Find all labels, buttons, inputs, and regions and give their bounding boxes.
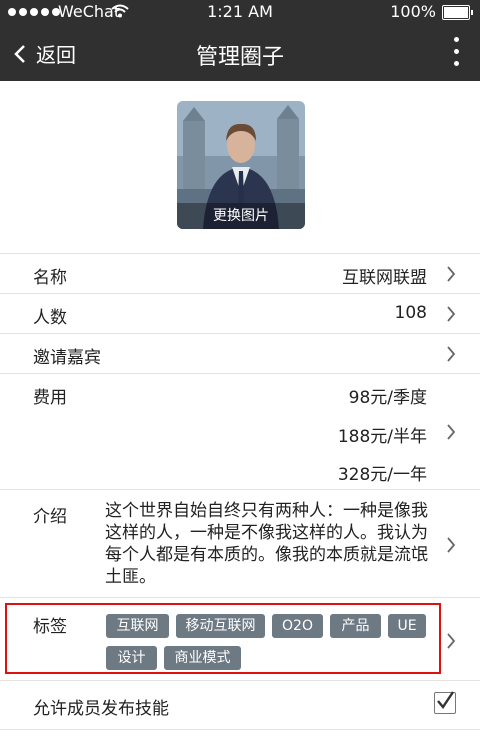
invite-guests-row[interactable]: 邀请嘉宾 bbox=[0, 333, 480, 374]
tag-chip[interactable]: UE bbox=[388, 614, 426, 638]
checkmark-icon bbox=[437, 691, 454, 710]
chevron-right-icon bbox=[447, 306, 456, 322]
fees-label: 费用 bbox=[33, 388, 67, 408]
fee-half-year: 188元/半年 bbox=[337, 427, 427, 447]
status-bar: WeChat 1:21 AM 100% bbox=[0, 0, 480, 25]
tag-chip[interactable]: 商业模式 bbox=[164, 646, 241, 670]
chevron-right-icon bbox=[447, 266, 456, 282]
fee-quarterly: 98元/季度 bbox=[348, 388, 427, 408]
allow-skills-label: 允许成员发布技能 bbox=[33, 699, 169, 719]
change-avatar-button[interactable]: 更换图片 bbox=[177, 101, 305, 229]
page-title: 管理圈子 bbox=[195, 45, 284, 70]
chevron-right-icon bbox=[447, 424, 456, 440]
intro-text: 这个世界自始自终只有两种人：一种是像我这样的人，一种是不像我这样的人。我认为每个… bbox=[105, 501, 428, 587]
battery-icon bbox=[442, 5, 473, 20]
tag-chip[interactable]: 移动互联网 bbox=[176, 614, 265, 638]
chevron-right-icon bbox=[447, 346, 456, 362]
name-label: 名称 bbox=[33, 268, 67, 288]
tag-chip[interactable]: 设计 bbox=[106, 646, 157, 670]
member-count-row[interactable]: 人数 108 bbox=[0, 293, 480, 334]
tag-chip[interactable]: 互联网 bbox=[106, 614, 169, 638]
fees-row[interactable]: 费用 98元/季度 188元/半年 328元/一年 bbox=[0, 373, 480, 490]
intro-label: 介绍 bbox=[33, 507, 67, 527]
chevron-right-icon bbox=[447, 537, 456, 553]
more-menu-button[interactable] bbox=[454, 37, 460, 69]
avatar-caption: 更换图片 bbox=[177, 203, 305, 229]
allow-skills-row: 允许成员发布技能 bbox=[0, 680, 480, 730]
name-value: 互联网联盟 bbox=[342, 268, 427, 288]
invite-guests-label: 邀请嘉宾 bbox=[33, 348, 101, 368]
member-count-label: 人数 bbox=[33, 308, 67, 328]
name-row[interactable]: 名称 互联网联盟 bbox=[0, 253, 480, 294]
allow-skills-checkbox[interactable] bbox=[434, 691, 456, 714]
tag-chip[interactable]: O2O bbox=[272, 614, 323, 638]
member-count-value: 108 bbox=[394, 303, 427, 323]
chevron-right-icon bbox=[447, 633, 456, 649]
nav-bar: 返回 管理圈子 bbox=[0, 25, 480, 81]
tag-chip[interactable]: 产品 bbox=[330, 614, 381, 638]
battery-percent: 100% bbox=[390, 2, 436, 21]
intro-row[interactable]: 介绍 这个世界自始自终只有两种人：一种是像我这样的人，一种是不像我这样的人。我认… bbox=[0, 489, 480, 598]
fee-yearly: 328元/一年 bbox=[337, 465, 427, 485]
